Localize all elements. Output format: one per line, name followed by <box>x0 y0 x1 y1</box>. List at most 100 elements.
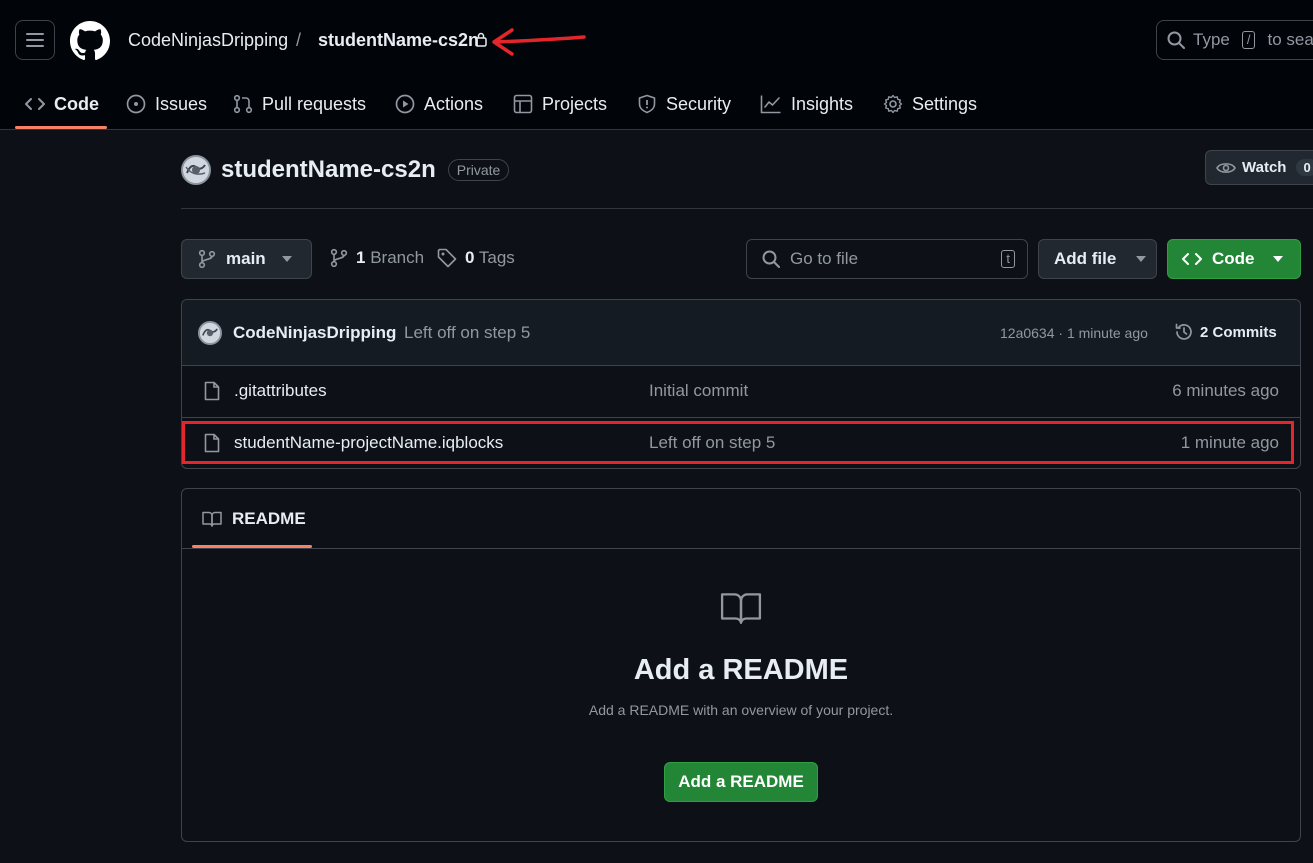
title-divider <box>181 208 1313 209</box>
file-name[interactable]: studentName-projectName.iqblocks <box>234 433 503 453</box>
commit-author-avatar[interactable] <box>198 321 222 345</box>
tab-projects[interactable]: Projects <box>513 80 607 128</box>
search-input[interactable]: Type / to sear <box>1156 20 1313 60</box>
file-icon <box>204 433 220 453</box>
tab-code[interactable]: Code <box>25 80 99 128</box>
book-icon <box>720 593 762 624</box>
readme-divider <box>182 548 1300 549</box>
pull-request-icon <box>233 94 253 114</box>
code-icon <box>1182 253 1202 265</box>
repo-name[interactable]: studentName-cs2n <box>221 156 436 184</box>
search-icon <box>762 250 780 268</box>
go-to-file-input[interactable]: Go to file t <box>746 239 1028 279</box>
tab-security[interactable]: Security <box>637 80 731 128</box>
file-name[interactable]: .gitattributes <box>234 381 327 401</box>
branch-select-button[interactable]: main <box>181 239 312 279</box>
search-icon <box>1167 31 1185 49</box>
readme-tab[interactable]: README <box>202 509 306 529</box>
commit-message[interactable]: Left off on step 5 <box>404 323 530 343</box>
search-placeholder-prefix: Type <box>1193 30 1230 49</box>
selected-tab-indicator <box>15 126 107 129</box>
file-icon <box>204 381 220 401</box>
tab-label: Issues <box>155 93 208 114</box>
play-icon <box>395 94 415 114</box>
file-commit-message[interactable]: Left off on step 5 <box>649 433 775 453</box>
branch-count: 1 <box>356 248 366 267</box>
readme-empty-subtitle: Add a README with an overview of your pr… <box>588 702 894 718</box>
lock-icon <box>475 32 487 47</box>
add-file-label: Add file <box>1054 249 1117 268</box>
tab-pull-requests[interactable]: Pull requests <box>233 80 366 128</box>
commit-hash-time[interactable]: 12a0634 · 1 minute ago <box>1000 325 1148 341</box>
commits-label: 2 Commits <box>1200 323 1277 341</box>
go-to-file-placeholder: Go to file <box>790 249 859 268</box>
tab-label: Code <box>54 93 99 114</box>
file-browser: CodeNinjasDripping Left off on step 5 12… <box>181 299 1301 469</box>
annotation-arrow-icon <box>492 28 586 56</box>
add-file-button[interactable]: Add file <box>1038 239 1157 279</box>
tag-label: Tags <box>478 248 515 267</box>
watch-label: Watch <box>1242 159 1287 176</box>
eye-icon <box>1216 162 1236 173</box>
search-placeholder-suffix: to sear <box>1267 30 1313 49</box>
history-icon <box>1175 323 1192 340</box>
caret-down-icon <box>1272 256 1283 262</box>
branch-name: main <box>226 249 266 268</box>
readme-tab-label: README <box>232 509 306 528</box>
file-row[interactable]: studentName-projectName.iqblocks Left of… <box>182 417 1300 468</box>
tab-settings[interactable]: Settings <box>883 80 977 128</box>
commits-history-link[interactable]: 2 Commits <box>1174 322 1277 342</box>
code-button-label: Code <box>1212 249 1255 268</box>
search-shortcut-key: / <box>1241 31 1256 49</box>
tab-actions[interactable]: Actions <box>395 80 483 128</box>
graph-icon <box>760 95 781 114</box>
tab-label: Settings <box>912 93 978 114</box>
commit-author[interactable]: CodeNinjasDripping <box>233 323 396 343</box>
visibility-badge: Private <box>447 159 510 181</box>
table-icon <box>513 94 533 114</box>
latest-commit-row: CodeNinjasDripping Left off on step 5 12… <box>182 300 1300 366</box>
github-logo-icon[interactable] <box>70 21 110 61</box>
hamburger-icon <box>26 33 44 47</box>
code-button[interactable]: Code <box>1167 239 1301 279</box>
tab-label: Actions <box>424 93 484 114</box>
file-age: 6 minutes ago <box>1172 381 1279 400</box>
tab-label: Insights <box>791 93 854 114</box>
caret-down-icon <box>281 256 292 262</box>
repo-nav-tabs: Code Issues Pull requests Actions Projec… <box>0 80 1313 130</box>
book-icon <box>202 511 222 527</box>
file-row[interactable]: .gitattributes Initial commit 6 minutes … <box>182 366 1300 417</box>
owner-avatar[interactable] <box>181 155 211 185</box>
watch-button[interactable]: Watch 0 <box>1205 150 1313 185</box>
tab-label: Pull requests <box>262 93 367 114</box>
tags-link[interactable]: 0 Tags <box>437 248 515 268</box>
caret-down-icon <box>1136 256 1147 262</box>
breadcrumb-separator: / <box>296 30 302 50</box>
breadcrumb-repo[interactable]: studentName-cs2n <box>318 30 479 51</box>
tab-issues[interactable]: Issues <box>126 80 207 128</box>
tab-label: Projects <box>542 93 608 114</box>
branches-link[interactable]: 1 Branch <box>330 248 424 268</box>
repo-title: studentName-cs2n Private <box>181 155 510 185</box>
file-commit-message[interactable]: Initial commit <box>649 381 748 401</box>
breadcrumb-owner[interactable]: CodeNinjasDripping <box>128 30 288 51</box>
watch-count: 0 <box>1296 159 1313 176</box>
readme-empty-title: Add a README <box>633 654 849 686</box>
branch-icon <box>198 249 216 269</box>
issue-icon <box>126 94 146 114</box>
shield-icon <box>638 94 656 114</box>
add-readme-button[interactable]: Add a README <box>664 762 818 802</box>
tag-count: 0 <box>465 248 475 267</box>
gear-icon <box>883 94 903 114</box>
branch-icon <box>330 248 348 268</box>
readme-panel: README Add a README Add a README with an… <box>181 488 1301 842</box>
global-header: CodeNinjasDripping / studentName-cs2n Ty… <box>0 0 1313 130</box>
branch-label: Branch <box>370 248 425 267</box>
tab-label: Security <box>666 93 732 114</box>
menu-button[interactable] <box>15 20 55 60</box>
go-to-file-shortcut: t <box>1001 250 1015 268</box>
tag-icon <box>437 248 457 268</box>
file-age: 1 minute ago <box>1180 433 1279 452</box>
tab-insights[interactable]: Insights <box>760 80 853 128</box>
code-icon <box>25 98 45 110</box>
